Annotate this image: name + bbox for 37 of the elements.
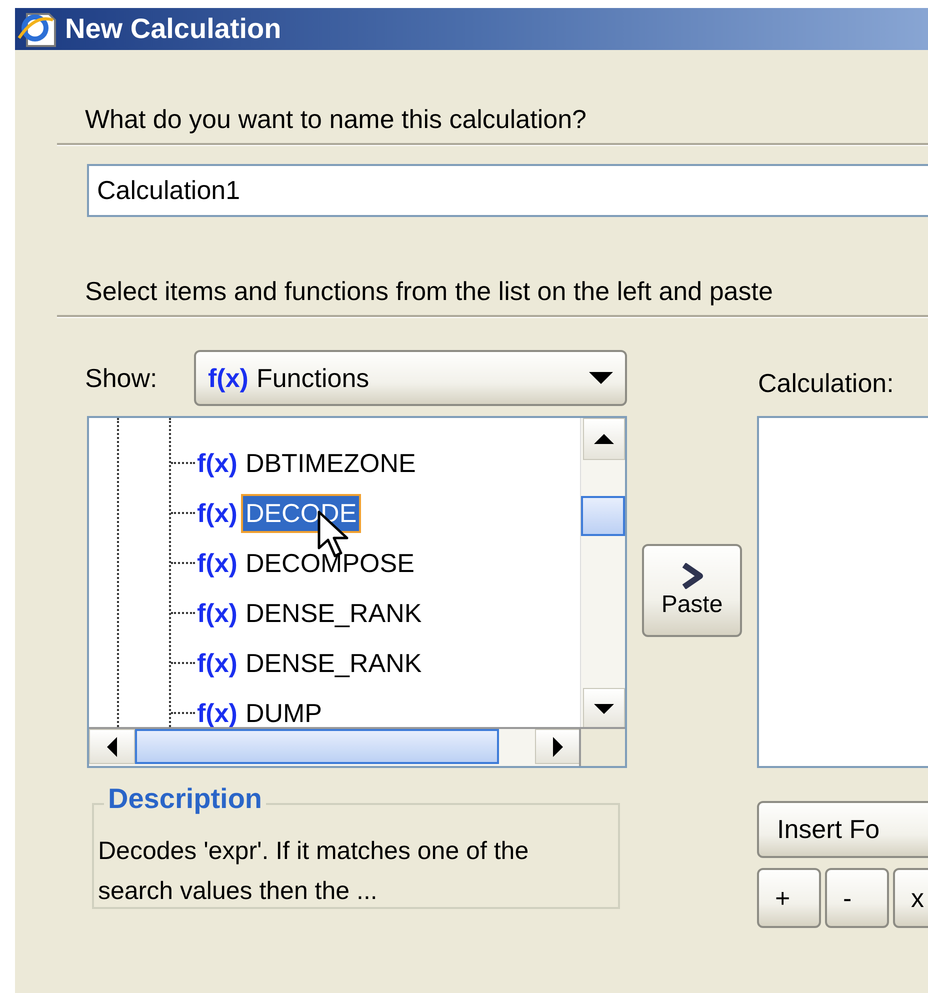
function-icon: f(x) bbox=[197, 498, 238, 528]
function-icon: f(x) bbox=[197, 598, 238, 628]
operator-button[interactable]: + bbox=[757, 868, 821, 928]
tree-item[interactable]: DUMP bbox=[241, 694, 326, 731]
function-icon: f(x) bbox=[197, 698, 238, 728]
description-text: Decodes 'expr'. If it matches one of the search values then the ... bbox=[97, 836, 530, 907]
instruction-text: Select items and functions from the list on the left and paste bbox=[84, 275, 774, 308]
function-icon: f(x) bbox=[197, 548, 238, 578]
chevron-right-icon bbox=[681, 562, 703, 588]
dropdown-arrow-icon bbox=[589, 372, 613, 384]
calculation-label: Calculation: bbox=[757, 368, 895, 398]
insert-button[interactable]: Insert Fo bbox=[757, 801, 928, 858]
tree-item[interactable]: DENSE_RANK bbox=[241, 594, 426, 632]
calculation-text-area[interactable] bbox=[757, 416, 928, 768]
right-arrow-icon bbox=[552, 736, 564, 756]
up-arrow-icon bbox=[594, 433, 614, 445]
scroll-left-button[interactable] bbox=[89, 729, 135, 764]
scroll-down-button[interactable] bbox=[583, 688, 625, 730]
operator-button[interactable]: - bbox=[825, 868, 889, 928]
function-icon: f(x) bbox=[197, 448, 238, 478]
scroll-up-button[interactable] bbox=[583, 418, 625, 460]
name-prompt: What do you want to name this calculation? bbox=[84, 103, 588, 136]
function-icon: f(x) bbox=[197, 648, 238, 678]
tree-item[interactable]: DENSE_RANK bbox=[241, 644, 426, 682]
operator-button[interactable]: x bbox=[893, 868, 928, 928]
show-label: Show: bbox=[85, 362, 158, 394]
down-arrow-icon bbox=[594, 703, 614, 715]
show-dropdown[interactable]: f(x) Functions bbox=[194, 350, 627, 406]
left-arrow-icon bbox=[106, 736, 118, 756]
tree-item[interactable]: DECOMPOSE bbox=[241, 544, 418, 582]
scroll-right-button[interactable] bbox=[535, 729, 581, 764]
window-title: New Calculation bbox=[65, 13, 282, 45]
horizontal-scroll-thumb[interactable] bbox=[135, 729, 499, 764]
paste-button[interactable]: Paste bbox=[642, 544, 742, 637]
vertical-scroll-thumb[interactable] bbox=[581, 496, 625, 536]
tree-item[interactable]: DBTIMEZONE bbox=[241, 444, 420, 482]
name-input-field[interactable]: Calculation1 bbox=[87, 164, 928, 217]
